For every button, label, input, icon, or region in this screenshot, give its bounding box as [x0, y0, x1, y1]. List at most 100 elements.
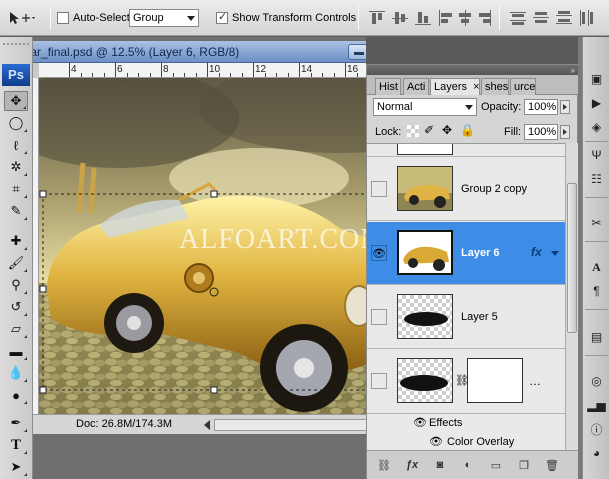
- add-mask-icon[interactable]: ◙: [431, 457, 449, 473]
- align-hcenter-icon[interactable]: [456, 9, 474, 27]
- lock-position-icon[interactable]: ✥: [442, 123, 452, 137]
- visibility-toggle[interactable]: 👁: [371, 245, 387, 261]
- info-icon[interactable]: ⓘ: [586, 419, 607, 439]
- color-overlay-row[interactable]: 👁 Color Overlay: [367, 433, 565, 450]
- close-tab-icon[interactable]: ×: [473, 81, 479, 93]
- right-dock: ▣ ▶ ◈ Ψ ☷ ✂ A ¶ ▤ ◎ ▂▅ ⓘ ◕: [582, 37, 609, 479]
- adjustments-icon[interactable]: Ψ: [586, 145, 607, 165]
- fill-slider-icon[interactable]: [560, 125, 570, 139]
- layer-row[interactable]: [367, 144, 565, 157]
- lock-pixels-icon[interactable]: ✐: [424, 123, 434, 137]
- layer-mask-thumbnail[interactable]: [467, 358, 523, 403]
- ruler-tick: [126, 73, 128, 77]
- visibility-toggle[interactable]: [371, 373, 387, 389]
- auto-select-dropdown[interactable]: Group: [129, 9, 199, 27]
- eyedropper-tool[interactable]: ✎: [4, 201, 28, 221]
- distribute-bottom-icon[interactable]: [555, 9, 573, 27]
- new-group-icon[interactable]: ▭: [487, 457, 505, 473]
- layer-row-group-2-copy[interactable]: Group 2 copy: [367, 158, 565, 221]
- tab-history[interactable]: Hist: [375, 78, 401, 95]
- navigator-circle-icon[interactable]: ◎: [586, 371, 607, 391]
- styles-icon[interactable]: ☷: [586, 169, 607, 189]
- tab-layers[interactable]: Layers ×: [430, 78, 480, 95]
- notes-icon[interactable]: ▤: [586, 327, 607, 347]
- toolbox: Ps ✥ ◯ ℓ ✲ ⌗ ✎ ✚ 🖌 ⚲ ↺ ▱ ▬ 💧 ● ✒ T ➤: [0, 37, 33, 479]
- move-tool[interactable]: ✥: [4, 91, 28, 111]
- marquee-tool[interactable]: ◯: [4, 113, 28, 133]
- visibility-toggle[interactable]: [371, 309, 387, 325]
- quick-select-tool[interactable]: ✲: [4, 157, 28, 177]
- separator: [358, 6, 359, 30]
- blend-mode-dropdown[interactable]: Normal: [373, 98, 477, 116]
- align-top-icon[interactable]: [368, 9, 386, 27]
- car-thumbnail: [399, 232, 451, 273]
- align-vcenter-icon[interactable]: [391, 9, 409, 27]
- image-canvas[interactable]: ALFOART.COM: [39, 78, 422, 414]
- crop-tool[interactable]: ⌗: [4, 179, 28, 199]
- separator: [585, 309, 608, 310]
- pen-tool[interactable]: ✒: [4, 413, 28, 433]
- trash-icon[interactable]: 🗑: [543, 457, 561, 473]
- layer-row-masked[interactable]: ⛓ …: [367, 350, 565, 414]
- color-icon[interactable]: ◕: [586, 443, 607, 463]
- toolbox-grip[interactable]: [3, 43, 29, 51]
- type-tool[interactable]: T: [4, 435, 28, 455]
- fx-badge[interactable]: fx: [531, 245, 542, 259]
- align-bottom-icon[interactable]: [414, 9, 432, 27]
- move-tool-preset[interactable]: [6, 9, 36, 27]
- lock-transparency-icon[interactable]: [407, 125, 419, 137]
- brush-tool[interactable]: 🖌: [4, 253, 28, 273]
- stamp-tool[interactable]: ⚲: [4, 275, 28, 295]
- layers-icon[interactable]: ◈: [586, 117, 607, 137]
- new-layer-icon[interactable]: ❐: [515, 457, 533, 473]
- healing-tool[interactable]: ✚: [4, 231, 28, 251]
- opacity-input[interactable]: 100%: [524, 99, 558, 115]
- eraser-tool[interactable]: ▱: [4, 319, 28, 339]
- tools-preset-icon[interactable]: ✂: [586, 213, 607, 233]
- link-layers-icon[interactable]: ⛓: [375, 457, 393, 473]
- layer-row-layer-6[interactable]: 👁 Layer 6 fx: [367, 222, 565, 285]
- panel-header[interactable]: »: [367, 65, 579, 75]
- tab-actions[interactable]: Acti: [403, 78, 429, 95]
- navigator-icon[interactable]: ▣: [586, 69, 607, 89]
- separator: [585, 197, 608, 198]
- dodge-tool[interactable]: ●: [4, 385, 28, 405]
- show-transform-checkbox[interactable]: [216, 10, 228, 24]
- car-thumbnail: [398, 167, 452, 210]
- layers-scrollbar[interactable]: [565, 143, 578, 450]
- lasso-tool[interactable]: ℓ: [4, 135, 28, 155]
- align-left-icon[interactable]: [437, 9, 455, 27]
- layer-row-layer-5[interactable]: Layer 5: [367, 286, 565, 349]
- document-title-bar[interactable]: nk_car_final.psd @ 12.5% (Layer 6, RGB/8…: [1, 41, 423, 63]
- blur-tool[interactable]: 💧: [4, 363, 28, 383]
- distribute-top-icon[interactable]: [509, 9, 527, 27]
- play-actions-icon[interactable]: ▶: [586, 93, 607, 113]
- eye-icon[interactable]: 👁: [429, 435, 443, 448]
- add-style-icon[interactable]: ƒx: [403, 457, 421, 473]
- scroll-thumb[interactable]: [567, 183, 577, 333]
- character-icon[interactable]: A: [586, 257, 607, 277]
- effects-row[interactable]: 👁 Effects: [367, 414, 565, 432]
- paragraph-icon[interactable]: ¶: [586, 281, 607, 301]
- gradient-tool[interactable]: ▬: [4, 341, 28, 361]
- eye-icon[interactable]: 👁: [413, 416, 427, 429]
- align-right-icon[interactable]: [475, 9, 493, 27]
- tab-source[interactable]: urce: [510, 78, 536, 95]
- ruler-tick: [103, 73, 105, 77]
- panel-collapse-icon[interactable]: »: [571, 66, 576, 75]
- scroll-left-icon[interactable]: [204, 420, 210, 430]
- fill-input[interactable]: 100%: [524, 124, 558, 140]
- lock-all-icon[interactable]: 🔒: [460, 123, 475, 137]
- path-select-tool[interactable]: ➤: [4, 457, 28, 477]
- expand-effects-icon[interactable]: [551, 251, 559, 256]
- distribute-left-icon[interactable]: [578, 9, 596, 27]
- opacity-slider-icon[interactable]: [560, 100, 570, 114]
- adjustment-layer-icon[interactable]: ◐: [459, 457, 477, 473]
- tab-brushes[interactable]: shes: [481, 78, 509, 95]
- history-brush-tool[interactable]: ↺: [4, 297, 28, 317]
- distribute-vcenter-icon[interactable]: [532, 9, 550, 27]
- more-icon[interactable]: …: [529, 374, 541, 388]
- auto-select-checkbox[interactable]: [57, 12, 69, 24]
- visibility-toggle[interactable]: [371, 181, 387, 197]
- histogram-icon[interactable]: ▂▅: [586, 395, 607, 415]
